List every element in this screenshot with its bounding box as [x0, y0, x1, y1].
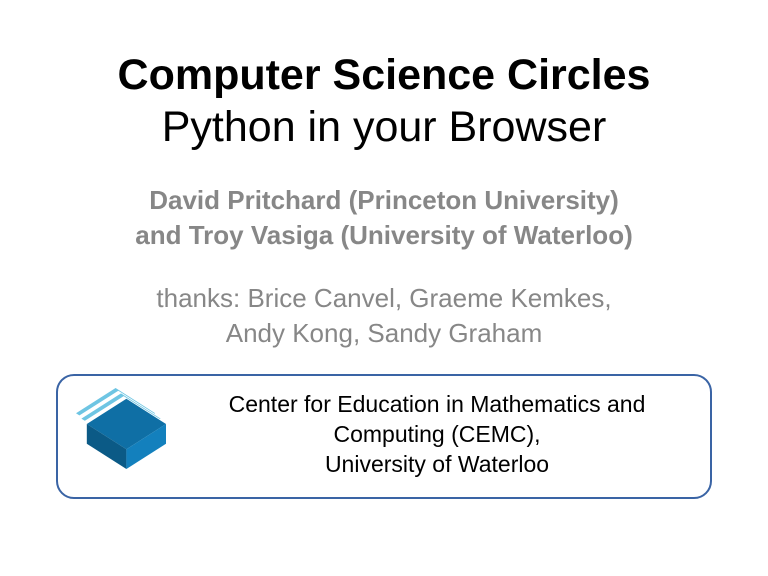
authors: David Pritchard (Princeton University) a…: [50, 183, 718, 253]
org-line1: Center for Education in Mathematics and: [229, 391, 646, 417]
org-line2: Computing (CEMC),: [333, 421, 540, 447]
slide-title: Computer Science Circles Python in your …: [50, 50, 718, 153]
title-line2: Python in your Browser: [162, 103, 607, 151]
authors-line2: and Troy Vasiga (University of Waterloo): [135, 220, 632, 250]
footer-box: Center for Education in Mathematics and …: [56, 374, 712, 499]
authors-line1: David Pritchard (Princeton University): [149, 185, 619, 215]
slide: Computer Science Circles Python in your …: [0, 0, 768, 576]
title-line1: Computer Science Circles: [118, 51, 651, 99]
thanks-line1: thanks: Brice Canvel, Graeme Kemkes,: [156, 283, 611, 313]
thanks: thanks: Brice Canvel, Graeme Kemkes, And…: [50, 281, 718, 351]
cemc-logo-icon: [76, 388, 166, 483]
organization: Center for Education in Mathematics and …: [182, 390, 692, 480]
thanks-line2: Andy Kong, Sandy Graham: [226, 318, 543, 348]
org-line3: University of Waterloo: [325, 451, 549, 477]
